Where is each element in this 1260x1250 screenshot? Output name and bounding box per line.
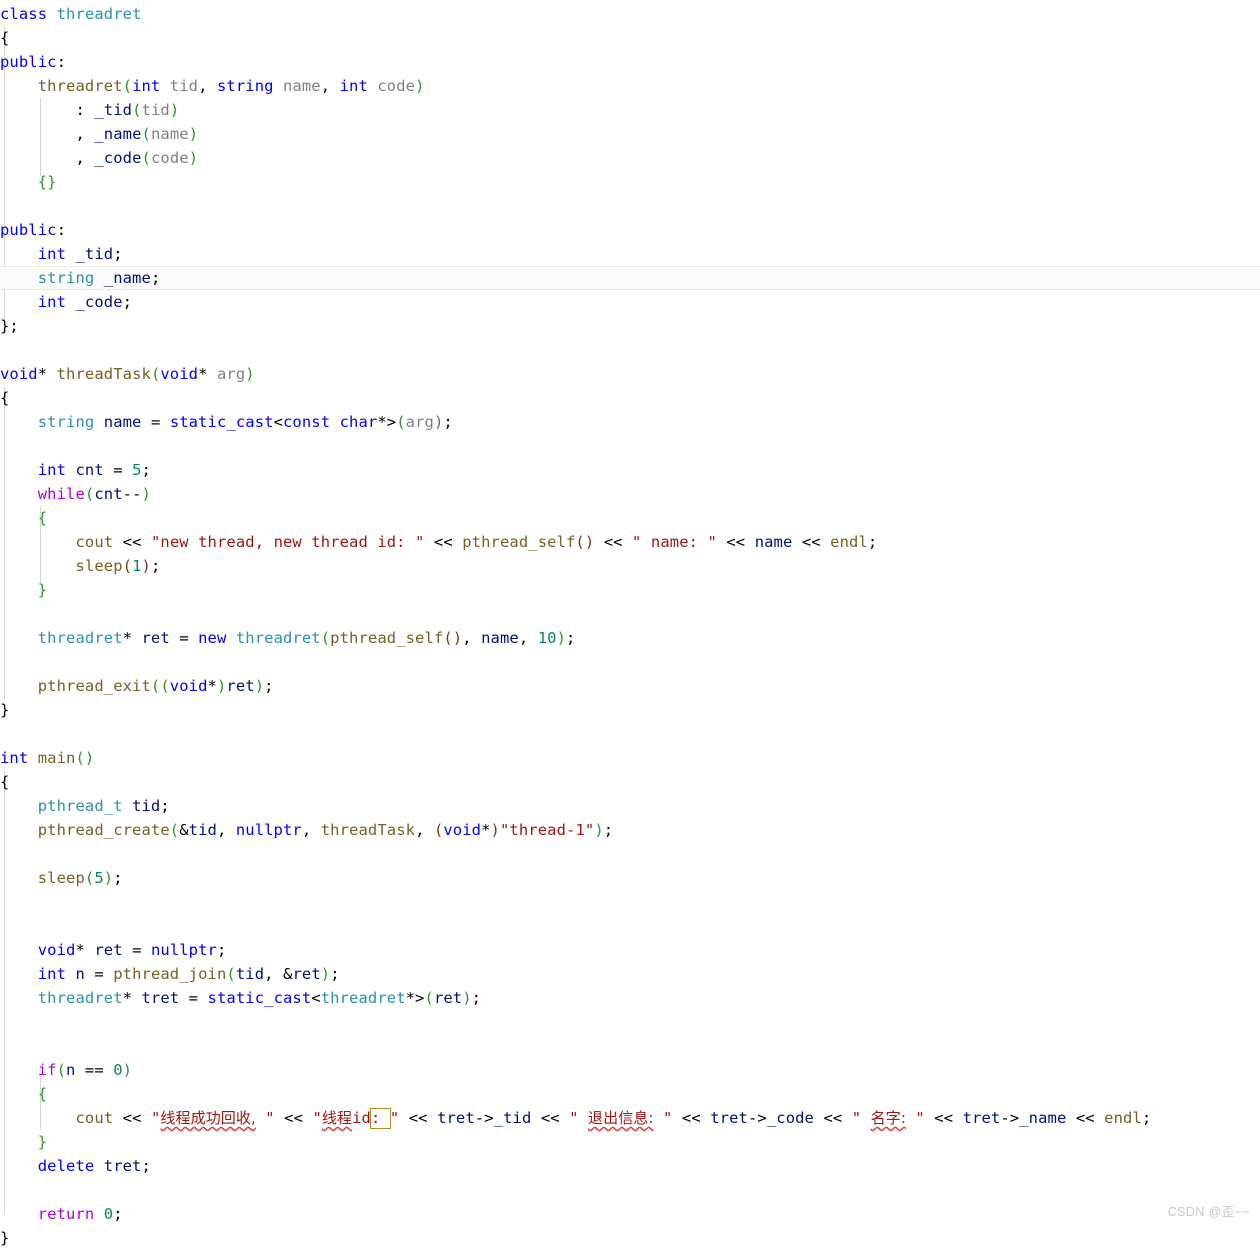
code-editor[interactable]: class threadret { public: threadret(int … (0, 0, 1260, 1247)
code-line: return 0; (37, 1205, 123, 1223)
code-line: } (0, 701, 10, 719)
code-line: threadret* ret = new threadret(pthread_s… (37, 629, 576, 647)
code-line: } (37, 581, 48, 599)
code-line-current: string _name; (0, 266, 1260, 290)
code-line: int _code; (37, 293, 133, 311)
code-line: int _tid; (37, 245, 123, 263)
code-line: int cnt = 5; (37, 461, 151, 479)
code-line: while(cnt--) (37, 485, 151, 503)
code-line: void* ret = nullptr; (37, 941, 227, 959)
code-line: } (37, 1133, 48, 1151)
code-line: int main() (0, 749, 95, 767)
code-line: pthread_create(&tid, nullptr, threadTask… (37, 821, 614, 839)
code-line: , _code(code) (75, 149, 199, 167)
code-line: { (0, 29, 10, 47)
code-line: sleep(5); (37, 869, 123, 887)
code-line: cout << "new thread, new thread id: " <<… (75, 533, 878, 551)
find-match-highlight[interactable]: : (370, 1108, 391, 1129)
csdn-watermark: CSDN @歪~~ (1167, 1205, 1250, 1219)
code-line: : _tid(tid) (75, 101, 180, 119)
code-line: int n = pthread_join(tid, &ret); (37, 965, 340, 983)
code-line: pthread_t tid; (37, 797, 170, 815)
code-line: { (37, 509, 48, 527)
code-line: threadret* tret = static_cast<threadret*… (37, 989, 482, 1007)
code-line: public: (0, 221, 67, 239)
code-line: {} (37, 173, 57, 191)
code-line: delete tret; (37, 1157, 151, 1175)
code-line: cout << "线程成功回收, " << "线程id: " << tret->… (75, 1108, 1152, 1129)
code-line: public: (0, 53, 67, 71)
code-line: { (37, 1085, 48, 1103)
code-line: , _name(name) (75, 125, 199, 143)
code-line: string name = static_cast<const char*>(a… (37, 413, 453, 431)
code-line: pthread_exit((void*)ret); (37, 677, 274, 695)
code-line: if(n == 0) (37, 1061, 133, 1079)
code-line: { (0, 389, 10, 407)
code-line: } (0, 1229, 10, 1247)
code-line: sleep(1); (75, 557, 161, 575)
code-line: class threadret (0, 5, 142, 23)
code-line: { (0, 773, 10, 791)
code-line: threadret(int tid, string name, int code… (37, 77, 425, 95)
code-line: }; (0, 317, 19, 335)
code-line: void* threadTask(void* arg) (0, 365, 255, 383)
